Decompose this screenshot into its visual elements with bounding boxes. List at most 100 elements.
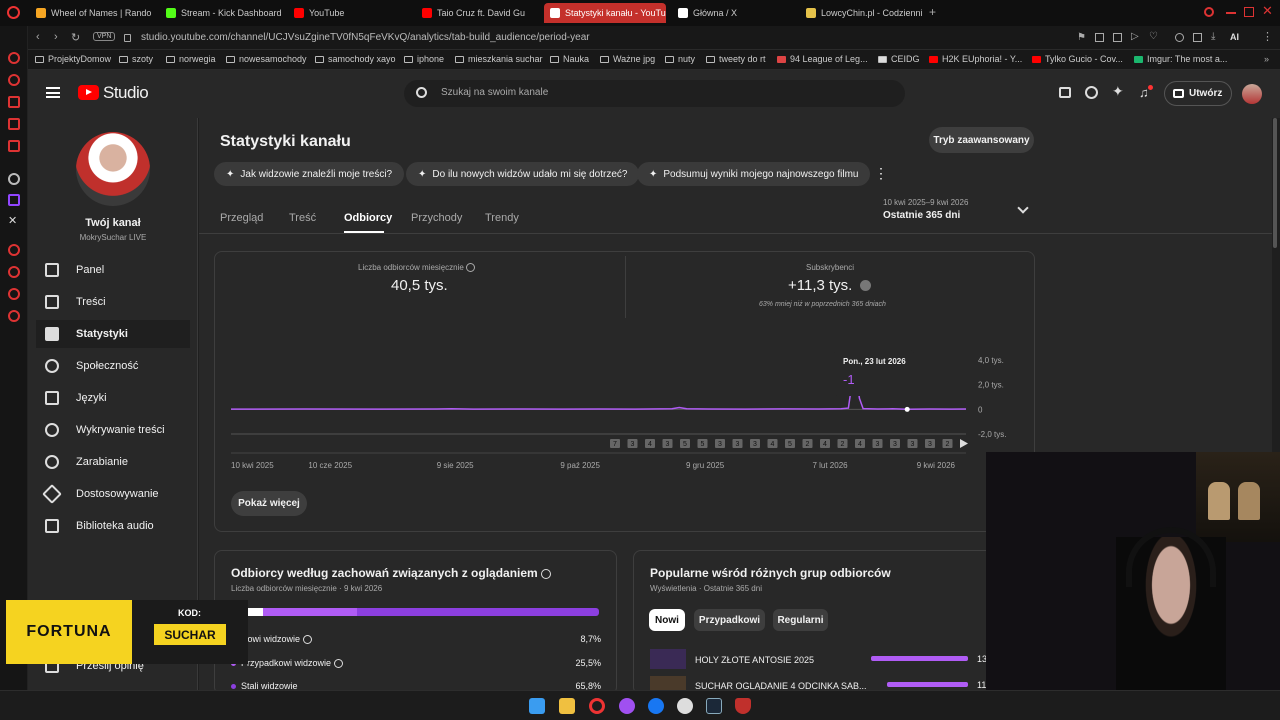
- url-field[interactable]: studio.youtube.com/channel/UCJVsuZgineTV…: [141, 32, 590, 43]
- page-scrollbar[interactable]: [1273, 118, 1277, 248]
- sidebar-item-content[interactable]: Treści: [45, 288, 190, 316]
- help-icon[interactable]: [1085, 86, 1098, 99]
- new-tab-button[interactable]: +: [929, 5, 936, 19]
- screenshot-icon[interactable]: [1095, 33, 1104, 42]
- player-icon[interactable]: ▷: [1131, 31, 1139, 42]
- sparkle-icon[interactable]: ✦: [1112, 83, 1124, 100]
- tab-revenue[interactable]: Przychody: [411, 212, 462, 224]
- sidebar-app-icon[interactable]: [8, 74, 20, 86]
- sidebar-app-icon[interactable]: [8, 118, 20, 130]
- github-icon[interactable]: [677, 698, 693, 714]
- vpn-badge[interactable]: VPN: [93, 32, 116, 41]
- sidebar-app-icon[interactable]: [8, 288, 20, 300]
- info-icon[interactable]: [302, 635, 312, 645]
- reload-icon[interactable]: ↻: [71, 31, 80, 44]
- sidebar-item-analytics[interactable]: Statystyki: [36, 320, 190, 348]
- heart-icon[interactable]: ♡: [1149, 31, 1158, 42]
- settings-icon[interactable]: [8, 310, 20, 322]
- tab-trends[interactable]: Trendy: [485, 212, 519, 224]
- sidebar-item-monetization[interactable]: Zarabianie: [45, 448, 190, 476]
- bookmark-item[interactable]: iphone: [404, 54, 444, 64]
- suggestion-chip[interactable]: ✦ Do ilu nowych widzów udało mi się dotrz…: [406, 162, 640, 186]
- back-icon[interactable]: ‹: [36, 31, 40, 43]
- bookmark-item[interactable]: norwegia: [166, 54, 216, 64]
- feedback-icon[interactable]: [1059, 87, 1071, 98]
- bookmark-item[interactable]: szoty: [119, 54, 153, 64]
- sidebar-item-customization[interactable]: Dostosowywanie: [42, 480, 190, 508]
- browser-tab[interactable]: Wheel of Names | Random: [30, 3, 152, 23]
- sidebar-app-icon[interactable]: [8, 266, 20, 278]
- browser-tab[interactable]: LowcyChin.pl - Codzienni: [800, 3, 922, 23]
- bookmark-item[interactable]: samochody xayo: [315, 54, 396, 64]
- messenger-icon[interactable]: [619, 698, 635, 714]
- sidebar-item-copyright[interactable]: Wykrywanie treści: [45, 416, 190, 444]
- bookmark-item[interactable]: nowesamochody: [226, 54, 307, 64]
- sidebar-app-icon[interactable]: [8, 244, 20, 256]
- show-more-button[interactable]: Pokaż więcej: [231, 491, 307, 516]
- tab-audience[interactable]: Odbiorcy: [344, 212, 392, 224]
- sidebar-item-languages[interactable]: Języki: [45, 384, 190, 412]
- info-icon[interactable]: [541, 568, 552, 579]
- suggestion-chip[interactable]: ✦ Podsumuj wyniki mojego najnowszego film…: [637, 162, 871, 186]
- video-thumbnail[interactable]: [650, 649, 686, 669]
- sidebar-app-icon[interactable]: [8, 52, 20, 64]
- filter-pill-casual[interactable]: Przypadkowi: [694, 609, 765, 631]
- bookmark-item[interactable]: CEIDG: [878, 54, 920, 64]
- bookmark-item[interactable]: Tylko Gucio - Cov...: [1032, 54, 1123, 64]
- bookmark-item[interactable]: H2K EUphoria! - Y...: [929, 54, 1022, 64]
- reader-icon[interactable]: [1113, 33, 1122, 42]
- youtube-logo-icon[interactable]: [78, 85, 99, 100]
- browser-tab[interactable]: YouTube: [288, 3, 410, 23]
- bookmark-item[interactable]: 94 League of Leg...: [777, 54, 868, 64]
- forward-icon[interactable]: ›: [54, 31, 58, 43]
- search-bar[interactable]: Szukaj na swoim kanale: [404, 80, 905, 107]
- file-explorer-icon[interactable]: [559, 698, 575, 714]
- sidebar-app-icon[interactable]: [8, 96, 20, 108]
- opera-logo-icon[interactable]: [7, 6, 20, 19]
- bookmark-item[interactable]: Imgur: The most a...: [1134, 54, 1227, 64]
- chatgpt-icon[interactable]: [8, 173, 20, 185]
- info-icon[interactable]: [466, 263, 476, 273]
- browser-tab-active[interactable]: Statystyki kanału - YouTu: [544, 3, 666, 23]
- more-options-icon[interactable]: ⋮: [874, 165, 888, 182]
- bookmark-item[interactable]: ProjektyDomow: [35, 54, 111, 64]
- download-icon[interactable]: ⤓: [1211, 31, 1215, 42]
- browser-tab[interactable]: Stream - Kick Dashboard: [160, 3, 282, 23]
- maximize-icon[interactable]: [1244, 7, 1254, 17]
- bookmark-item[interactable]: mieszkania suchar: [455, 54, 543, 64]
- minimize-icon[interactable]: [1226, 12, 1236, 14]
- opera-icon[interactable]: [589, 698, 605, 714]
- filter-pill-regular[interactable]: Regularni: [773, 609, 828, 631]
- hamburger-menu-icon[interactable]: [46, 87, 60, 98]
- windows-start-icon[interactable]: [529, 698, 545, 714]
- browser-tab[interactable]: Taio Cruz ft. David Gu: [416, 3, 538, 23]
- suggestion-chip[interactable]: ✦ Jak widzowie znaleźli moje treści?: [214, 162, 405, 186]
- video-thumbnail[interactable]: [650, 676, 686, 690]
- search-tabs-icon[interactable]: [1204, 7, 1214, 17]
- filter-pill-new[interactable]: Nowi: [649, 609, 685, 631]
- info-icon[interactable]: [333, 659, 343, 669]
- tab-overview[interactable]: Przegląd: [220, 212, 263, 224]
- create-button[interactable]: Utwórz: [1164, 81, 1232, 106]
- period-selector[interactable]: Ostatnie 365 dni: [883, 210, 960, 221]
- wallet-icon[interactable]: [1193, 33, 1202, 42]
- menu-icon[interactable]: ⋮: [1262, 30, 1273, 43]
- close-window-icon[interactable]: ✕: [1262, 3, 1273, 19]
- account-avatar[interactable]: [1242, 84, 1262, 104]
- video-title[interactable]: SUCHAR OGLĄDANIE 4 ODCINKA SAB...: [695, 681, 867, 690]
- sidebar-item-community[interactable]: Społeczność: [45, 352, 190, 380]
- steam-icon[interactable]: [706, 698, 722, 714]
- sidebar-app-icon[interactable]: [8, 140, 20, 152]
- twitch-icon[interactable]: [8, 194, 20, 206]
- bookmark-item[interactable]: Ważne jpg: [600, 54, 655, 64]
- search-input[interactable]: Szukaj na swoim kanale: [441, 87, 548, 98]
- ai-button[interactable]: AI: [1230, 32, 1239, 42]
- sidebar-item-audio-library[interactable]: Biblioteka audio: [45, 512, 190, 540]
- video-title[interactable]: HOLY ZŁOTE ANTOSIE 2025: [695, 655, 814, 665]
- bookmark-item[interactable]: tweety do rt: [706, 54, 766, 64]
- shield-app-icon[interactable]: [735, 698, 751, 714]
- x-icon[interactable]: ✕: [8, 214, 17, 227]
- advanced-mode-button[interactable]: Tryb zaawansowany: [929, 127, 1034, 153]
- tab-content[interactable]: Treść: [289, 212, 316, 224]
- extensions-icon[interactable]: [1175, 33, 1184, 42]
